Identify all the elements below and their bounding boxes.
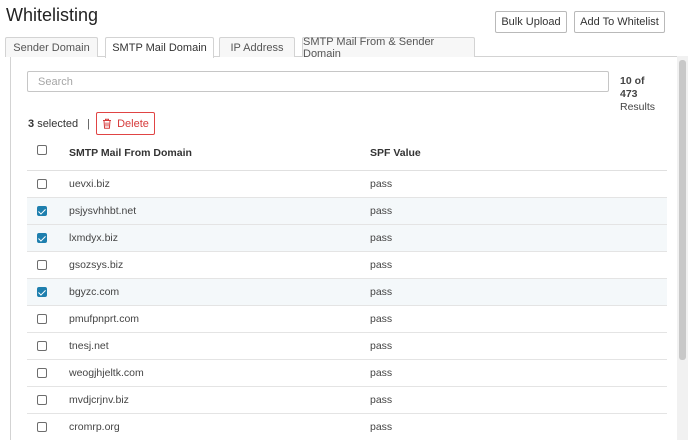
domain-cell: bgyzc.com bbox=[69, 286, 120, 298]
spf-cell: pass bbox=[370, 259, 393, 271]
domain-cell: psjysvhhbt.net bbox=[69, 205, 137, 217]
spf-cell: pass bbox=[370, 205, 393, 217]
tab-smtp-mail-domain[interactable]: SMTP Mail Domain bbox=[105, 37, 214, 58]
tab-ip-address[interactable]: IP Address bbox=[219, 37, 295, 57]
table-row[interactable]: psjysvhhbt.net pass bbox=[27, 198, 667, 225]
domain-cell: pmufpnprt.com bbox=[69, 313, 140, 325]
table-row[interactable]: lxmdyx.biz pass bbox=[27, 225, 667, 252]
spf-cell: pass bbox=[370, 232, 393, 244]
page-title: Whitelisting bbox=[6, 5, 99, 25]
select-all-checkbox[interactable] bbox=[37, 145, 47, 155]
tab-sender-domain[interactable]: Sender Domain bbox=[5, 37, 98, 57]
tab-smtp-mail-from-sender-domain[interactable]: SMTP Mail From & Sender Domain bbox=[302, 36, 475, 60]
bulk-upload-button[interactable]: Bulk Upload bbox=[495, 11, 567, 33]
row-checkbox[interactable] bbox=[37, 341, 47, 351]
table-row[interactable]: uevxi.biz pass bbox=[27, 171, 667, 198]
domain-cell: weogjhjeltk.com bbox=[69, 367, 144, 379]
row-checkbox[interactable] bbox=[37, 260, 47, 270]
spf-cell: pass bbox=[370, 340, 393, 352]
row-checkbox[interactable] bbox=[37, 368, 47, 378]
scrollbar-thumb[interactable] bbox=[679, 60, 686, 360]
table-row[interactable]: gsozsys.biz pass bbox=[27, 252, 667, 279]
table-row[interactable]: pmufpnprt.com pass bbox=[27, 306, 667, 333]
table-body: uevxi.biz pass psjysvhhbt.net pass lxmdyx.bi… bbox=[27, 171, 667, 440]
table-header: SMTP Mail From Domain SPF Value bbox=[27, 141, 667, 171]
selection-summary: 3 selected bbox=[28, 118, 78, 130]
column-header-spf[interactable]: SPF Value bbox=[370, 141, 421, 165]
spf-cell: pass bbox=[370, 178, 393, 190]
domain-cell: tnesj.net bbox=[69, 340, 109, 352]
row-checkbox[interactable] bbox=[37, 422, 47, 432]
results-total: 473 bbox=[620, 88, 638, 100]
divider: | bbox=[87, 118, 90, 130]
row-checkbox[interactable] bbox=[37, 314, 47, 324]
spf-cell: pass bbox=[370, 421, 393, 433]
results-range: 10 of bbox=[620, 75, 645, 87]
spf-cell: pass bbox=[370, 367, 393, 379]
domain-cell: gsozsys.biz bbox=[69, 259, 124, 271]
trash-icon bbox=[103, 118, 112, 129]
domain-cell: uevxi.biz bbox=[69, 178, 110, 190]
row-checkbox[interactable] bbox=[37, 233, 47, 243]
table-row[interactable]: bgyzc.com pass bbox=[27, 279, 667, 306]
domain-cell: mvdjcrjnv.biz bbox=[69, 394, 129, 406]
row-checkbox[interactable] bbox=[37, 287, 47, 297]
search-input[interactable] bbox=[27, 71, 609, 92]
row-checkbox[interactable] bbox=[37, 206, 47, 216]
table-row[interactable]: weogjhjeltk.com pass bbox=[27, 360, 667, 387]
table-row[interactable]: mvdjcrjnv.biz pass bbox=[27, 387, 667, 414]
selected-label: selected bbox=[37, 118, 79, 130]
add-to-whitelist-button[interactable]: Add To Whitelist bbox=[574, 11, 665, 33]
spf-cell: pass bbox=[370, 394, 393, 406]
delete-button[interactable]: Delete bbox=[96, 112, 155, 135]
table-row[interactable]: tnesj.net pass bbox=[27, 333, 667, 360]
row-checkbox[interactable] bbox=[37, 179, 47, 189]
row-checkbox[interactable] bbox=[37, 395, 47, 405]
results-count: 10 of 473 Results bbox=[620, 75, 660, 114]
column-header-domain[interactable]: SMTP Mail From Domain bbox=[69, 141, 192, 165]
delete-label: Delete bbox=[117, 117, 149, 130]
domain-cell: cromrp.org bbox=[69, 421, 120, 433]
results-label: Results bbox=[620, 101, 656, 113]
table-row[interactable]: cromrp.org pass bbox=[27, 414, 667, 440]
spf-cell: pass bbox=[370, 313, 393, 325]
domain-cell: lxmdyx.biz bbox=[69, 232, 119, 244]
selected-count: 3 bbox=[28, 118, 35, 130]
spf-cell: pass bbox=[370, 286, 393, 298]
